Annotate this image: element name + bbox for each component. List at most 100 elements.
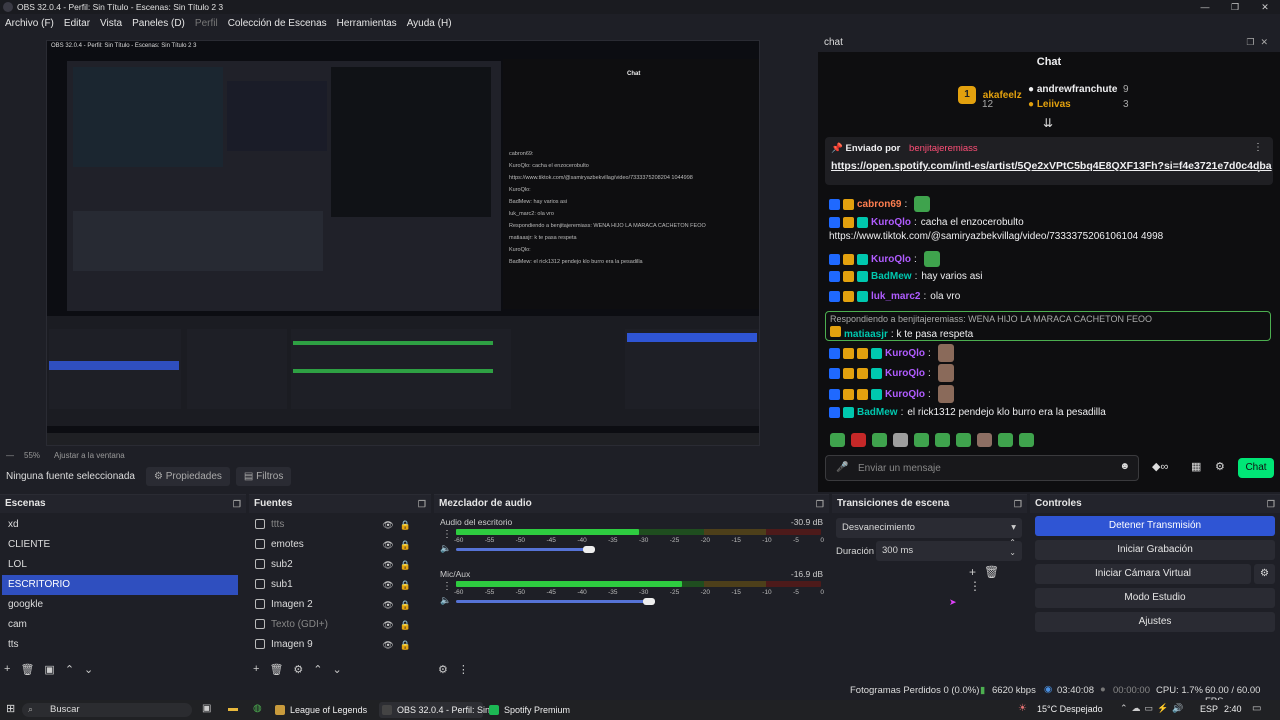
close-icon[interactable]: ✕ xyxy=(1250,0,1280,14)
chat-message[interactable]: BadMew: hay varios asi xyxy=(829,271,982,282)
scene-item[interactable]: cam xyxy=(2,615,238,635)
chat-message[interactable]: KuroQlo: cacha el enzocerobulto xyxy=(829,217,1024,228)
scene-item[interactable]: googkle xyxy=(2,595,238,615)
chat-settings-icon[interactable]: ⚙ xyxy=(1215,460,1225,473)
emote-icon[interactable] xyxy=(998,433,1013,447)
clock[interactable]: 2:40 xyxy=(1224,704,1242,714)
visibility-lock-icons[interactable]: 👁🔒 xyxy=(382,515,417,535)
scene-item[interactable]: tts xyxy=(2,635,238,655)
chat-message[interactable]: https://www.tiktok.com/@samiryazbekvilla… xyxy=(829,231,1163,242)
emote-icon[interactable] xyxy=(977,433,992,447)
start-recording-button[interactable]: Iniciar Grabación xyxy=(1035,540,1275,560)
move-up-icon[interactable]: ⌃ xyxy=(313,663,322,676)
add-source-icon[interactable]: + xyxy=(253,663,259,676)
remove-source-icon[interactable]: 🗑 xyxy=(269,663,283,676)
source-item[interactable]: Imagen 2 👁🔒 xyxy=(249,595,431,615)
taskbar-app-obs[interactable]: OBS 32.0.4 - Perfil: Sin... xyxy=(379,702,498,718)
dock-float-icon[interactable]: ❐ xyxy=(233,495,241,513)
taskbar-app-spotify[interactable]: Spotify Premium xyxy=(486,702,576,718)
chat-message[interactable]: KuroQlo: xyxy=(829,251,940,267)
scene-item[interactable]: LOL xyxy=(2,555,238,575)
studio-mode-button[interactable]: Modo Estudio xyxy=(1035,588,1275,608)
menu-item-6[interactable]: Herramientas xyxy=(332,18,402,29)
weather[interactable]: 15°C Despejado xyxy=(1037,704,1103,714)
emote-icon[interactable] xyxy=(830,433,845,447)
duration-input[interactable]: 300 ms ⌃ ⌄ xyxy=(876,538,1022,561)
visibility-lock-icons[interactable]: 👁🔒 xyxy=(382,575,417,595)
chat-send-button[interactable]: Chat xyxy=(1238,458,1274,478)
volume-slider[interactable] xyxy=(456,600,646,603)
visibility-lock-icons[interactable]: 👁🔒 xyxy=(382,555,417,575)
chat-message[interactable]: BadMew: el rick1312 pendejo klo burro era… xyxy=(829,407,1106,418)
move-down-icon[interactable]: ⌄ xyxy=(333,663,342,676)
volume-slider-knob[interactable] xyxy=(583,546,595,553)
scene-item[interactable]: ESCRITORIO xyxy=(2,575,238,595)
emote-icon[interactable] xyxy=(935,433,950,447)
stop-streaming-button[interactable]: Detener Transmisión xyxy=(1035,516,1275,536)
visibility-lock-icons[interactable]: 👁🔒 xyxy=(382,615,417,635)
move-up-icon[interactable]: ⌃ xyxy=(65,663,74,676)
speaker-icon[interactable]: 🔈 xyxy=(440,543,451,554)
volume-slider-knob[interactable] xyxy=(643,598,655,605)
chat-username[interactable]: BadMew xyxy=(871,271,912,282)
source-item[interactable]: ttts 👁🔒 xyxy=(249,515,431,535)
dock-float-icon[interactable]: ❐ xyxy=(418,495,426,513)
source-item[interactable]: Texto (GDI+) 👁🔒 xyxy=(249,615,431,635)
pinned-expand-icon[interactable]: ⌄ xyxy=(1255,164,1263,175)
menu-item-5[interactable]: Colección de Escenas xyxy=(223,18,332,29)
scene-item[interactable]: xd xyxy=(2,515,238,535)
menu-item-3[interactable]: Paneles (D) xyxy=(127,18,190,29)
chat-username[interactable]: KuroQlo xyxy=(885,348,925,359)
maximize-icon[interactable]: ❐ xyxy=(1220,0,1250,14)
minimize-icon[interactable]: — xyxy=(1190,0,1220,14)
chat-username[interactable]: KuroQlo xyxy=(871,217,911,228)
emote-icon[interactable] xyxy=(914,433,929,447)
chat-message[interactable]: KuroQlo: xyxy=(829,364,954,382)
visibility-lock-icons[interactable]: 👁🔒 xyxy=(382,635,417,655)
chat-message[interactable]: KuroQlo: xyxy=(829,344,954,362)
transition-menu-icon[interactable]: ⋮ xyxy=(969,579,989,593)
emote-icon[interactable] xyxy=(1019,433,1034,447)
notifications-icon[interactable]: ▭ xyxy=(1252,703,1261,714)
menu-item-4[interactable]: Perfil xyxy=(190,18,223,29)
zoom-arrow-icon[interactable]: — xyxy=(6,451,14,460)
taskbar-app-lol[interactable]: League of Legends xyxy=(272,702,372,718)
properties-button[interactable]: ⚙ Propiedades xyxy=(146,466,230,486)
source-item[interactable]: sub2 👁🔒 xyxy=(249,555,431,575)
emote-icon[interactable] xyxy=(893,433,908,447)
menu-item-0[interactable]: Archivo (F) xyxy=(0,18,59,29)
dock-float-icon[interactable]: ❐ xyxy=(1267,495,1275,513)
menu-item-2[interactable]: Vista xyxy=(95,18,127,29)
start-virtual-camera-button[interactable]: Iniciar Cámara Virtual xyxy=(1035,564,1251,584)
emote-icon[interactable] xyxy=(872,433,887,447)
stepper-icon[interactable]: ⌃ ⌄ xyxy=(1009,538,1016,558)
zoom-level[interactable]: 55% xyxy=(24,451,40,460)
chat-message[interactable]: luk_marc2: ola vro xyxy=(829,291,960,302)
source-item[interactable]: sub1 👁🔒 xyxy=(249,575,431,595)
reply-user[interactable]: matiaasjr xyxy=(844,329,888,340)
tray-icons[interactable]: ⌃☁▭⚡🔊 xyxy=(1120,703,1187,714)
chat-username[interactable]: KuroQlo xyxy=(871,254,911,265)
chat-username[interactable]: BadMew xyxy=(857,407,898,418)
emote-icon[interactable] xyxy=(956,433,971,447)
source-item[interactable]: emotes 👁🔒 xyxy=(249,535,431,555)
taskbar-search[interactable]: ⌕ Buscar xyxy=(22,703,192,717)
visibility-lock-icons[interactable]: 👁🔒 xyxy=(382,535,417,555)
add-transition-icon[interactable]: + xyxy=(969,565,984,579)
source-properties-icon[interactable]: ⚙ xyxy=(293,663,303,676)
remove-scene-icon[interactable]: 🗑 xyxy=(20,663,34,676)
visibility-lock-icons[interactable]: 👁🔒 xyxy=(382,595,417,615)
mixer-channel-menu-icon[interactable]: ⋮ xyxy=(442,529,452,540)
chat-username[interactable]: KuroQlo xyxy=(885,368,925,379)
source-item[interactable]: Imagen 9 👁🔒 xyxy=(249,635,431,655)
volume-slider[interactable] xyxy=(456,548,586,551)
chat-message[interactable]: cabron69: xyxy=(829,196,931,212)
chrome-icon[interactable]: ◍ xyxy=(253,703,262,714)
dock-float-icon[interactable]: ❐ xyxy=(816,495,824,513)
windows-start-icon[interactable]: ⊞ xyxy=(6,702,15,715)
mixer-menu-icon[interactable]: ⋮ xyxy=(458,663,469,676)
language-indicator[interactable]: ESP xyxy=(1200,704,1218,714)
advanced-audio-icon[interactable]: ⚙ xyxy=(438,663,448,676)
emote-icon[interactable] xyxy=(851,433,866,447)
move-down-icon[interactable]: ⌄ xyxy=(84,663,93,676)
